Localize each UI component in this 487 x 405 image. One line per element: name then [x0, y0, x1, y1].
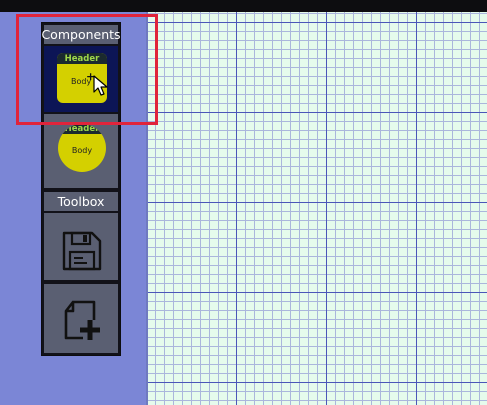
window-top-bar: [0, 0, 487, 12]
save-tool-button[interactable]: [44, 213, 118, 280]
component-body-label: Body: [71, 146, 93, 155]
circle-component-icon: Header Body: [58, 124, 106, 172]
design-canvas[interactable]: [146, 12, 487, 405]
toolbox-title: Toolbox: [44, 192, 118, 211]
component-circle-tile[interactable]: Header Body: [44, 114, 118, 188]
new-document-icon: [64, 300, 100, 340]
component-header-label: Header: [58, 124, 106, 134]
save-icon: [62, 231, 102, 271]
new-document-tool-button[interactable]: [44, 284, 118, 353]
selection-highlight: [16, 14, 158, 125]
